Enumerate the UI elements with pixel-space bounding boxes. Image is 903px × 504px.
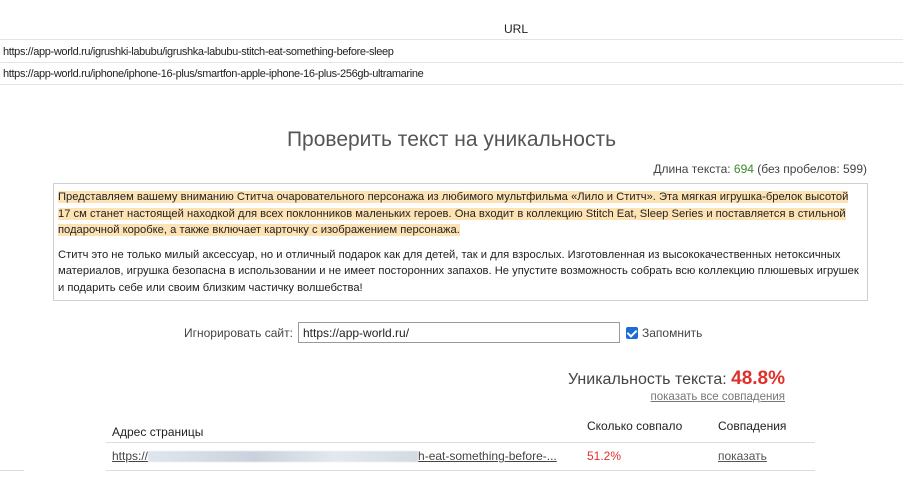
- blurred-url-segment: [148, 451, 419, 463]
- divider: [0, 470, 24, 471]
- result-url-link[interactable]: https:// h-eat-something-before-...: [112, 449, 557, 463]
- text-input-area[interactable]: Представляем вашему вниманию Ститча очар…: [53, 183, 868, 301]
- highlighted-text: Представляем вашему вниманию Ститча очар…: [58, 191, 849, 236]
- remember-label[interactable]: Запомнить: [642, 326, 702, 340]
- show-all-matches-link[interactable]: показать все совпадения: [651, 391, 785, 403]
- page-title: Проверить текст на уникальность: [286, 128, 617, 151]
- ignore-site-row: Игнорировать сайт: Запомнить: [0, 322, 903, 344]
- uniqueness-label: Уникальность текста:: [567, 371, 732, 388]
- results-header: Адрес страницы Сколько совпало Совпадени…: [106, 415, 815, 443]
- sheet-column-header: URL: [504, 22, 529, 36]
- match-percent: 51.2%: [587, 449, 622, 463]
- text-length: Длина текста: 694 (без пробелов: 599): [653, 162, 867, 176]
- url-start: https://: [112, 449, 149, 463]
- column-header-matches: Совпадения: [718, 419, 787, 433]
- length-no-spaces: (без пробелов: 599): [753, 162, 867, 176]
- uniqueness-result: Уникальность текста: 48.8%: [568, 368, 785, 390]
- paragraph-1: Представляем вашему вниманию Ститча очар…: [58, 189, 863, 239]
- remember-checkbox[interactable]: [626, 327, 638, 339]
- table-row: https:// h-eat-something-before-... 51.2%…: [106, 443, 815, 471]
- sheet-row[interactable]: https://app-world.ru/iphone/iphone-16-pl…: [0, 63, 903, 85]
- ignore-site-input[interactable]: [298, 322, 620, 343]
- uniqueness-value: 48.8%: [731, 368, 785, 389]
- sheet-row[interactable]: https://app-world.ru/igrushki-labubu/igr…: [0, 41, 903, 63]
- results-table: Адрес страницы Сколько совпало Совпадени…: [106, 415, 815, 471]
- show-matches-link[interactable]: показать: [718, 449, 767, 463]
- ignore-site-label: Игнорировать сайт:: [184, 326, 293, 340]
- url-sheet: URL https://app-world.ru/igrushki-labubu…: [0, 0, 903, 92]
- sheet-header: URL: [0, 0, 903, 40]
- column-header-match: Сколько совпало: [587, 419, 683, 433]
- column-header-address: Адрес страницы: [112, 425, 204, 439]
- length-value: 694: [733, 162, 754, 176]
- length-label: Длина текста:: [653, 162, 734, 176]
- url-end: h-eat-something-before-...: [418, 449, 557, 463]
- paragraph-2: Ститч это не только милый аксессуар, но …: [58, 248, 859, 294]
